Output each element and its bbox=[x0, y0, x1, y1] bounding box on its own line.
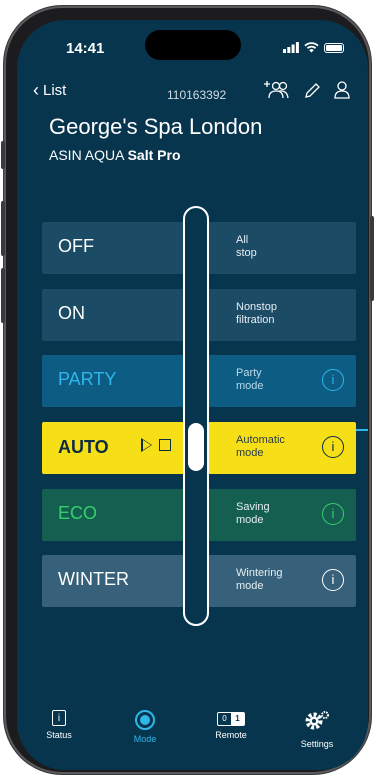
mode-desc-line: Party bbox=[236, 367, 262, 379]
mode-desc-line: mode bbox=[236, 514, 264, 526]
user-profile-icon[interactable] bbox=[333, 80, 351, 100]
mode-name: AUTO bbox=[58, 437, 109, 457]
mode-desc-line: Automatic bbox=[236, 434, 285, 446]
mode-description: Saving mode bbox=[236, 501, 308, 527]
mode-description: Automatic mode bbox=[236, 434, 308, 460]
volume-up-button bbox=[1, 201, 5, 256]
volume-down-button bbox=[1, 268, 5, 323]
mode-slider-thumb[interactable] bbox=[188, 423, 204, 471]
stop-icon bbox=[159, 439, 171, 451]
mode-name: PARTY bbox=[58, 369, 117, 389]
mode-desc-line: Wintering bbox=[236, 567, 283, 579]
tab-label: Mode bbox=[133, 734, 157, 744]
mode-desc-line: Nonstop bbox=[236, 301, 277, 313]
mode-description: Nonstop filtration bbox=[236, 301, 308, 327]
phone-frame: 14:41 ‹ List 110163392 George's Spa Lond… bbox=[1, 6, 374, 774]
mode-description: Wintering mode bbox=[236, 567, 308, 593]
back-button[interactable]: ‹ List bbox=[33, 80, 67, 100]
wifi-icon bbox=[304, 42, 319, 53]
remote-icon: 0 1 bbox=[217, 712, 245, 726]
tab-label: Settings bbox=[300, 739, 334, 749]
status-icon: i bbox=[52, 710, 66, 726]
tab-status[interactable]: i Status bbox=[29, 710, 89, 740]
remote-digit-left: 0 bbox=[222, 714, 227, 723]
mode-slider-track[interactable] bbox=[183, 206, 209, 626]
model-prefix: ASIN AQUA bbox=[49, 147, 124, 163]
mode-desc-line: mode bbox=[236, 580, 264, 592]
mode-name: OFF bbox=[58, 236, 94, 256]
mode-name: ECO bbox=[58, 503, 98, 523]
mode-description: Party mode bbox=[236, 367, 308, 393]
status-icons bbox=[283, 42, 344, 53]
tab-settings[interactable]: Settings bbox=[287, 710, 347, 749]
signal-icon bbox=[283, 42, 299, 53]
mode-icon bbox=[135, 710, 155, 730]
mode-description: All stop bbox=[236, 234, 308, 260]
tab-label: Status bbox=[46, 730, 72, 740]
tab-remote[interactable]: 0 1 Remote bbox=[201, 710, 261, 740]
header-actions bbox=[261, 80, 351, 100]
play-icon bbox=[141, 438, 152, 452]
info-icon[interactable]: i bbox=[322, 569, 344, 591]
mode-desc-line: mode bbox=[236, 380, 264, 392]
edit-pencil-icon[interactable] bbox=[303, 80, 321, 100]
app-screen: 14:41 ‹ List 110163392 George's Spa Lond… bbox=[17, 20, 368, 770]
info-icon[interactable]: i bbox=[322, 503, 344, 525]
mode-name: ON bbox=[58, 303, 85, 323]
spa-model: ASIN AQUA Salt Pro bbox=[49, 147, 181, 163]
info-icon[interactable]: i bbox=[322, 436, 344, 458]
mode-desc-line: mode bbox=[236, 447, 264, 459]
settings-gear-icon bbox=[305, 711, 329, 730]
add-user-icon[interactable] bbox=[261, 80, 291, 100]
model-name: Salt Pro bbox=[127, 147, 181, 163]
device-id: 110163392 bbox=[167, 88, 227, 102]
back-label: List bbox=[43, 82, 67, 99]
battery-icon bbox=[324, 42, 344, 53]
selection-connector-line bbox=[356, 429, 368, 431]
info-icon[interactable]: i bbox=[322, 369, 344, 391]
power-button bbox=[370, 216, 374, 301]
remote-digit-right: 1 bbox=[231, 713, 244, 725]
mode-desc-line: stop bbox=[236, 247, 257, 259]
spa-name: George's Spa London bbox=[49, 114, 263, 139]
chevron-left-icon: ‹ bbox=[33, 80, 39, 100]
mute-switch bbox=[1, 141, 5, 169]
mode-desc-line: Saving bbox=[236, 501, 270, 513]
tab-label: Remote bbox=[215, 730, 247, 740]
mode-name: WINTER bbox=[58, 569, 129, 589]
mode-desc-line: filtration bbox=[236, 314, 275, 326]
dynamic-island bbox=[145, 30, 241, 60]
status-time: 14:41 bbox=[66, 40, 105, 57]
mode-desc-line: All bbox=[236, 234, 249, 246]
tab-mode[interactable]: Mode bbox=[115, 710, 175, 744]
